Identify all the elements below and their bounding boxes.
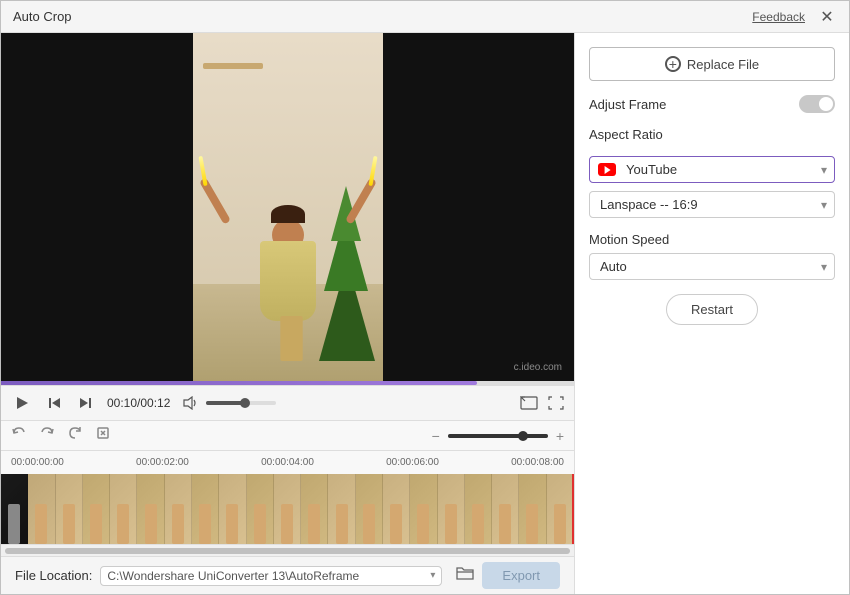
- ruler-marks: 00:00:00:00 00:00:02:00 00:00:04:00 00:0…: [11, 457, 564, 468]
- video-progress-bar[interactable]: [1, 381, 574, 385]
- progress-fill: [1, 381, 477, 385]
- plus-icon: +: [665, 56, 681, 72]
- scrollbar-track: [5, 548, 570, 554]
- file-path-dropdown-arrow[interactable]: ▾: [430, 570, 435, 581]
- adjust-frame-toggle[interactable]: [799, 95, 835, 113]
- aspect-ratio-sub-select[interactable]: Lanspace -- 16:9: [589, 191, 835, 218]
- title-bar-right: Feedback ✕: [752, 7, 837, 27]
- rotate-button[interactable]: [67, 425, 83, 446]
- motion-speed-section: Motion Speed Auto ▾: [589, 232, 835, 280]
- main-content: c.ideo.com 00:10/00:12: [1, 33, 849, 594]
- left-panel: c.ideo.com 00:10/00:12: [1, 33, 574, 594]
- aspect-ratio-sub-select-wrap: Lanspace -- 16:9 ▾: [589, 191, 835, 218]
- zoom-slider[interactable]: [448, 434, 548, 438]
- timeline-toolbar: − +: [1, 420, 574, 450]
- film-frames: [1, 474, 574, 544]
- film-frame: [410, 474, 437, 544]
- youtube-icon: [598, 163, 616, 176]
- footer: File Location: C:\Wondershare UniConvert…: [1, 556, 574, 594]
- film-frame: [356, 474, 383, 544]
- timeline-ruler: 00:00:00:00 00:00:02:00 00:00:04:00 00:0…: [1, 450, 574, 474]
- timeline-scrollbar[interactable]: [1, 544, 574, 556]
- ruler-mark-3: 00:00:06:00: [386, 457, 439, 468]
- trim-delete-button[interactable]: [95, 425, 111, 446]
- aspect-ratio-select-wrap: YouTube ▾: [589, 156, 835, 183]
- film-frame: [56, 474, 83, 544]
- replace-file-label: Replace File: [687, 57, 759, 72]
- timeline-left-tools: [11, 425, 111, 446]
- film-frame: [192, 474, 219, 544]
- film-frame: [492, 474, 519, 544]
- film-frame: [519, 474, 546, 544]
- app-window: Auto Crop Feedback ✕: [0, 0, 850, 595]
- volume-slider[interactable]: [206, 401, 276, 405]
- export-button[interactable]: Export: [482, 562, 560, 589]
- file-location-label: File Location:: [15, 568, 92, 583]
- aspect-ratio-section: Aspect Ratio YouTube ▾ Lanspace -- 16:9 …: [589, 127, 835, 218]
- film-frame: [247, 474, 274, 544]
- video-area: c.ideo.com: [1, 33, 574, 381]
- film-frame: [1, 474, 28, 544]
- replace-file-button[interactable]: + Replace File: [589, 47, 835, 81]
- film-frame: [28, 474, 55, 544]
- adjust-frame-label: Adjust Frame: [589, 97, 666, 112]
- fit-to-screen-button[interactable]: [520, 396, 538, 410]
- aspect-ratio-sub-value: Lanspace -- 16:9: [600, 197, 698, 212]
- undo-button[interactable]: [11, 425, 27, 446]
- motion-speed-label: Motion Speed: [589, 232, 835, 247]
- film-frame: [219, 474, 246, 544]
- film-frame: [274, 474, 301, 544]
- skip-back-button[interactable]: [43, 392, 65, 414]
- timeline-right-tools: − +: [432, 428, 564, 444]
- right-panel: + Replace File Adjust Frame Aspect Ratio…: [574, 33, 849, 594]
- ruler-mark-0: 00:00:00:00: [11, 457, 64, 468]
- skip-forward-button[interactable]: [75, 392, 97, 414]
- close-button[interactable]: ✕: [817, 7, 837, 27]
- film-frame: [137, 474, 164, 544]
- film-frame: [110, 474, 137, 544]
- volume-icon[interactable]: [180, 392, 202, 414]
- video-controls: 00:10/00:12: [1, 385, 574, 420]
- motion-speed-select-wrap: Auto ▾: [589, 253, 835, 280]
- toggle-knob: [819, 97, 833, 111]
- film-frame: [328, 474, 355, 544]
- film-frame: [83, 474, 110, 544]
- volume-control: [180, 392, 276, 414]
- ruler-mark-1: 00:00:02:00: [136, 457, 189, 468]
- timeline-strip[interactable]: [1, 474, 574, 544]
- film-frame: [301, 474, 328, 544]
- scrollbar-thumb[interactable]: [5, 548, 570, 554]
- film-frame: [165, 474, 192, 544]
- ruler-mark-4: 00:00:08:00: [511, 457, 564, 468]
- watermark: c.ideo.com: [514, 362, 562, 373]
- fullscreen-button[interactable]: [548, 396, 564, 410]
- motion-speed-value: Auto: [600, 259, 627, 274]
- adjust-frame-row: Adjust Frame: [589, 95, 835, 113]
- video-preview: c.ideo.com: [1, 33, 574, 381]
- title-bar: Auto Crop Feedback ✕: [1, 1, 849, 33]
- film-frame: [547, 474, 574, 544]
- ruler-mark-2: 00:00:04:00: [261, 457, 314, 468]
- aspect-ratio-label: Aspect Ratio: [589, 127, 835, 142]
- play-button[interactable]: [11, 392, 33, 414]
- feedback-link[interactable]: Feedback: [752, 10, 805, 24]
- aspect-ratio-select[interactable]: YouTube: [589, 156, 835, 183]
- film-frame: [438, 474, 465, 544]
- aspect-ratio-value: YouTube: [626, 162, 677, 177]
- motion-speed-select[interactable]: Auto: [589, 253, 835, 280]
- folder-browse-button[interactable]: [456, 565, 474, 586]
- file-path-wrap: C:\Wondershare UniConverter 13\AutoRefra…: [100, 566, 442, 586]
- film-frame: [465, 474, 492, 544]
- time-display: 00:10/00:12: [107, 396, 170, 410]
- window-title: Auto Crop: [13, 9, 72, 24]
- zoom-out-button[interactable]: −: [432, 428, 440, 444]
- playhead: [572, 474, 574, 544]
- restart-button[interactable]: Restart: [666, 294, 758, 325]
- redo-button[interactable]: [39, 425, 55, 446]
- file-path-text: C:\Wondershare UniConverter 13\AutoRefra…: [107, 569, 426, 583]
- film-frame: [383, 474, 410, 544]
- zoom-in-button[interactable]: +: [556, 428, 564, 444]
